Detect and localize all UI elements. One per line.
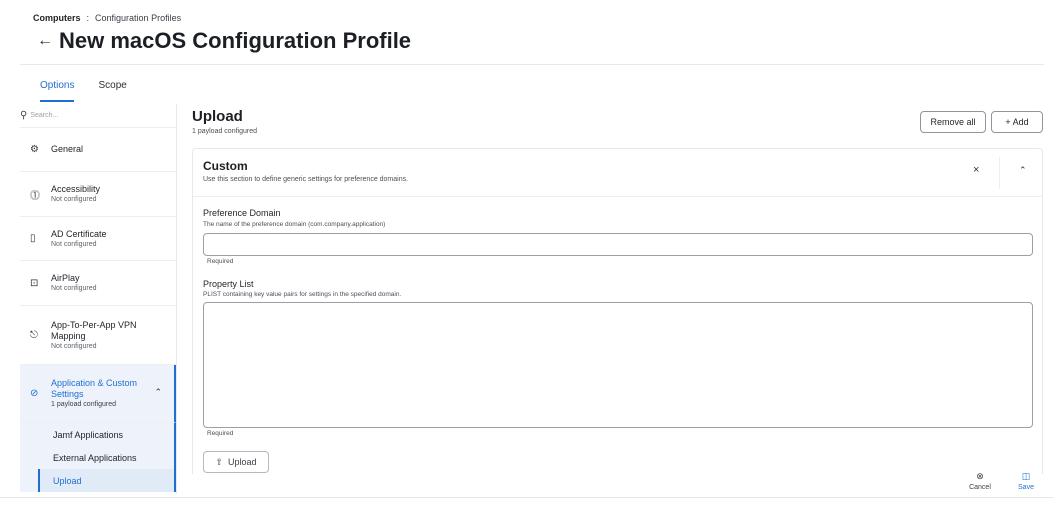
- card-title: Custom: [203, 159, 248, 173]
- airplay-icon: ⊡: [30, 277, 39, 289]
- sidebar-item-label: AD Certificate: [51, 228, 107, 239]
- footer-divider: [0, 497, 1054, 498]
- upload-icon: ⇧: [215, 456, 223, 467]
- content-subtitle: 1 payload configured: [192, 128, 257, 135]
- property-list-help: PLIST containing key value pairs for set…: [203, 291, 402, 298]
- tab-bar: Options Scope: [40, 80, 127, 102]
- sidebar-item-application-custom-settings[interactable]: ⊘ Application & Custom Settings 1 payload…: [20, 365, 176, 423]
- sidebar-item-status: Not configured: [51, 196, 97, 203]
- card-description: Use this section to define generic setti…: [203, 176, 409, 183]
- sidebar-item-status: Not configured: [51, 342, 97, 350]
- accessibility-icon: ⓵: [30, 190, 40, 202]
- add-button[interactable]: + Add: [991, 111, 1043, 133]
- preference-domain-required: Required: [207, 258, 234, 265]
- lock-icon: ⎋: [30, 329, 38, 341]
- save-button[interactable]: ◫ Save: [1011, 471, 1041, 491]
- sidebar-item-app-vpn-mapping[interactable]: ⎋ App-To-Per-App VPN Mapping Not configur…: [20, 306, 176, 365]
- breadcrumb: Computers: Configuration Profiles: [33, 13, 181, 23]
- upload-label: Upload: [228, 457, 257, 467]
- content-title: Upload: [192, 108, 243, 125]
- save-label: Save: [1018, 484, 1034, 491]
- page-title: New macOS Configuration Profile: [59, 28, 412, 53]
- property-list-required: Required: [207, 430, 234, 437]
- card-header: Custom Use this section to define generi…: [193, 149, 1042, 197]
- remove-all-button[interactable]: Remove all: [920, 111, 986, 133]
- tab-scope[interactable]: Scope: [98, 80, 126, 102]
- upload-button[interactable]: ⇧ Upload: [203, 451, 269, 473]
- cancel-icon: ⊗: [976, 471, 984, 481]
- sidebar-item-general[interactable]: ⚙ General: [20, 128, 176, 172]
- sidebar-subitem-external-applications[interactable]: External Applications: [20, 446, 174, 469]
- back-arrow-icon[interactable]: ←: [37, 32, 59, 50]
- sidebar-item-ad-certificate[interactable]: ▯ AD Certificate Not configured: [20, 217, 176, 261]
- close-icon[interactable]: ×: [973, 164, 979, 176]
- chevron-up-icon[interactable]: ⌃: [1019, 165, 1027, 176]
- breadcrumb-configuration-profiles[interactable]: Configuration Profiles: [95, 13, 181, 23]
- sidebar-item-accessibility[interactable]: ⓵ Accessibility Not configured: [20, 172, 176, 217]
- sidebar-item-label: AirPlay: [51, 273, 80, 283]
- cancel-button[interactable]: ⊗ Cancel: [965, 471, 995, 491]
- sidebar-item-label: General: [51, 144, 84, 154]
- sidebar-item-label: Accessibility: [51, 184, 101, 194]
- cancel-label: Cancel: [969, 484, 991, 491]
- save-icon: ◫: [1021, 471, 1031, 481]
- sidebar-subitem-upload[interactable]: Upload: [38, 469, 174, 492]
- property-list-label: Property List: [203, 279, 254, 289]
- sidebar-item-status: 1 payload configured: [51, 401, 116, 408]
- search-icon: ⚲: [20, 110, 28, 121]
- tab-options[interactable]: Options: [40, 80, 75, 102]
- sidebar-item-airplay[interactable]: ⊡ AirPlay Not configured: [20, 261, 176, 306]
- breadcrumb-computers[interactable]: Computers: [33, 13, 81, 23]
- sidebar-subnav: Jamf Applications External Applications …: [20, 423, 176, 492]
- sidebar-search[interactable]: ⚲ Search...: [20, 104, 176, 128]
- preference-domain-input[interactable]: [203, 233, 1033, 256]
- gear-icon: ⚙: [30, 144, 39, 155]
- sidebar-item-status: Not configured: [51, 285, 97, 292]
- block-icon: ⊘: [30, 388, 39, 399]
- property-list-textarea[interactable]: [203, 302, 1033, 428]
- page-header: ← New macOS Configuration Profile: [37, 28, 411, 54]
- search-input[interactable]: Search...: [30, 112, 58, 119]
- sidebar-item-status: Not configured: [51, 240, 97, 248]
- preference-domain-help: The name of the preference domain (com.c…: [203, 221, 386, 228]
- sidebar-item-label: App-To-Per-App VPN Mapping: [51, 319, 137, 341]
- breadcrumb-separator: :: [86, 13, 90, 23]
- header-divider: [20, 64, 1044, 65]
- certificate-icon: ▯: [30, 233, 36, 244]
- card-header-divider: [999, 157, 1000, 189]
- preference-domain-label: Preference Domain: [203, 208, 281, 218]
- chevron-up-icon[interactable]: ⌃: [154, 387, 162, 398]
- sidebar-subitem-jamf-applications[interactable]: Jamf Applications: [20, 423, 174, 446]
- payload-sidebar: ⚲ Search... ⚙ General ⓵ Accessibility Not…: [20, 104, 177, 494]
- sidebar-item-label: Application & Custom Settings: [51, 378, 138, 399]
